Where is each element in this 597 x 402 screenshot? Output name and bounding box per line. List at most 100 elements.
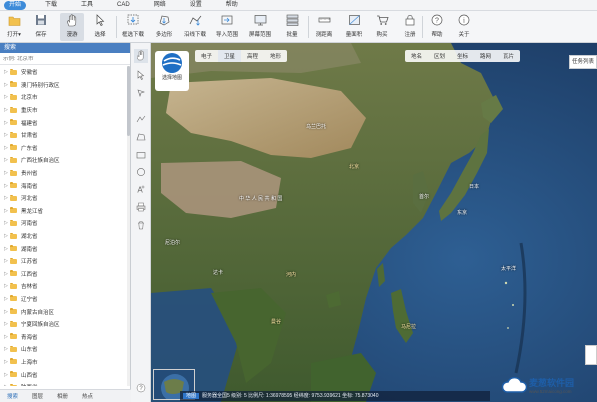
menu-help[interactable]: 帮助: [221, 1, 243, 10]
map-type-elevation[interactable]: 高程: [241, 50, 264, 62]
list-item[interactable]: ▷ 澳门特别行政区: [0, 79, 128, 92]
menu-cad[interactable]: CAD: [112, 1, 135, 10]
tab-album[interactable]: 相册: [50, 392, 75, 400]
box-download-icon: [126, 13, 140, 27]
list-item[interactable]: ▷ 河北省: [0, 192, 128, 205]
list-item[interactable]: ▷ 山东省: [0, 343, 128, 356]
list-item[interactable]: ▷ 湖南省: [0, 242, 128, 255]
tab-search[interactable]: 搜索: [0, 392, 25, 400]
measure-area-button[interactable]: 量面积: [342, 13, 366, 41]
overlay-placenames[interactable]: 地名: [405, 50, 428, 62]
list-item[interactable]: ▷ 贵州省: [0, 167, 128, 180]
overlay-divisions[interactable]: 区划: [428, 50, 451, 62]
menu-home[interactable]: 开始: [4, 0, 27, 10]
list-item[interactable]: ▷ 江苏省: [0, 255, 128, 268]
list-item[interactable]: ▷陕西省: [0, 381, 128, 386]
list-item[interactable]: ▷ 宁夏回族自治区: [0, 318, 128, 331]
search-input[interactable]: [3, 55, 115, 62]
circle-tool[interactable]: [134, 166, 148, 180]
list-item[interactable]: ▷ 吉林省: [0, 280, 128, 293]
overlay-coordinates[interactable]: 坐标: [451, 50, 474, 62]
map-type-satellite[interactable]: 卫星: [218, 50, 242, 62]
map-type-electronic[interactable]: 电子: [195, 50, 218, 62]
list-item[interactable]: ▷ 广东省: [0, 142, 128, 155]
map-label-nepal: 尼泊尔: [165, 240, 181, 246]
status-text: 服务器全国5 级别: 5 比例尺: 1:36978595 经纬度: 9753.9…: [202, 393, 379, 399]
list-item[interactable]: ▷ 山西省: [0, 368, 128, 381]
menu-network[interactable]: 网络: [149, 1, 171, 10]
register-button[interactable]: 注册: [398, 13, 422, 41]
box-download-button[interactable]: 框选下载: [121, 13, 145, 41]
map-type-terrain[interactable]: 地形: [264, 50, 287, 62]
list-item[interactable]: ▷ 上海市: [0, 356, 128, 369]
help-button[interactable]: ? 帮助: [425, 13, 449, 41]
rectangle-tool[interactable]: [134, 149, 148, 163]
print-tool[interactable]: [134, 201, 148, 215]
folder-icon: [10, 106, 17, 113]
list-item-label: 江苏省: [21, 259, 38, 266]
status-map-chip[interactable]: 地图: [183, 393, 200, 399]
list-item[interactable]: ▷ 青海省: [0, 330, 128, 343]
list-item[interactable]: ▷ 河南省: [0, 217, 128, 230]
list-item-label: 黑龙江省: [21, 208, 44, 215]
list-item[interactable]: ▷ 江西省: [0, 268, 128, 281]
help-icon: ?: [430, 13, 444, 27]
select-tool[interactable]: [134, 69, 148, 83]
import-range-button[interactable]: 导入范围: [215, 13, 239, 41]
line-download-button[interactable]: 沿线下载: [183, 13, 207, 41]
help-tool[interactable]: ?: [134, 382, 148, 396]
list-item[interactable]: ▷ 辽宁省: [0, 293, 128, 306]
list-item[interactable]: ▷ 广西壮族自治区: [0, 154, 128, 167]
menu-tools[interactable]: 工具: [76, 1, 98, 10]
menu-settings[interactable]: 设置: [185, 1, 207, 10]
polygon-tool[interactable]: [134, 131, 148, 145]
list-item-label: 贵州省: [21, 171, 38, 178]
overlay-roads[interactable]: 路网: [474, 50, 497, 62]
delete-tool[interactable]: [134, 219, 148, 233]
task-list-button[interactable]: 任务列表: [569, 55, 597, 69]
list-item[interactable]: ▷ 安徽省: [0, 66, 128, 79]
pan-button[interactable]: 漫游: [60, 13, 84, 41]
measure-distance-button[interactable]: 测距离: [312, 13, 336, 41]
list-item[interactable]: ▷ 海南省: [0, 179, 128, 192]
list-item[interactable]: ▷ 甘肃省: [0, 129, 128, 142]
open-button[interactable]: 打开▾: [2, 13, 26, 41]
about-button[interactable]: i 关于: [452, 13, 476, 41]
list-item[interactable]: ▷ 内蒙古自治区: [0, 305, 128, 318]
list-item-label: 青海省: [21, 334, 38, 341]
buy-button[interactable]: 购买: [370, 13, 394, 41]
list-item[interactable]: ▷ 北京市: [0, 91, 128, 104]
globe-icon: [162, 53, 182, 73]
polyline-tool[interactable]: [134, 113, 148, 127]
list-item-label: 河北省: [21, 196, 38, 203]
map-label-china: 中 华 人 民 共 和 国: [239, 196, 283, 202]
folder-icon: [10, 194, 17, 201]
save-button[interactable]: 保存: [29, 13, 53, 41]
map-label-bangkok: 曼谷: [271, 319, 282, 325]
draw-toolbar: A ?: [131, 43, 151, 402]
list-item[interactable]: ▷ 湖北省: [0, 230, 128, 243]
overlay-tiles[interactable]: 瓦片: [497, 50, 520, 62]
polygon-button[interactable]: 多边形: [152, 13, 176, 41]
list-item-label: 吉林省: [21, 284, 38, 291]
screen-range-button[interactable]: 屏幕范围: [248, 13, 272, 41]
map-selector-button[interactable]: 选择地图: [155, 51, 189, 91]
tab-layers[interactable]: 图层: [25, 392, 50, 400]
province-list-scrollbar[interactable]: [127, 66, 130, 386]
text-tool[interactable]: A: [134, 183, 148, 197]
list-item[interactable]: ▷ 黑龙江省: [0, 205, 128, 218]
folder-icon: [10, 144, 17, 151]
batch-button[interactable]: 批量: [280, 13, 304, 41]
list-item[interactable]: ▷ 福建省: [0, 116, 128, 129]
zoom-control[interactable]: [585, 345, 597, 365]
tab-hotspots[interactable]: 热点: [75, 392, 100, 400]
list-item-label: 上海市: [21, 359, 38, 366]
pan-tool[interactable]: [134, 49, 148, 63]
point-tool[interactable]: [134, 87, 148, 101]
list-item[interactable]: ▷ 重庆市: [0, 104, 128, 117]
select-button[interactable]: 选择: [88, 13, 112, 41]
map-label-ulaanbaatar: 乌兰巴托: [306, 124, 327, 130]
satellite-map[interactable]: 选择地图 电子 卫星 高程 地形 地名 区划 坐标 路网 瓦片 任务列表 乌兰巴…: [151, 43, 597, 402]
search-box: [0, 53, 130, 65]
menu-download[interactable]: 下载: [40, 1, 62, 10]
